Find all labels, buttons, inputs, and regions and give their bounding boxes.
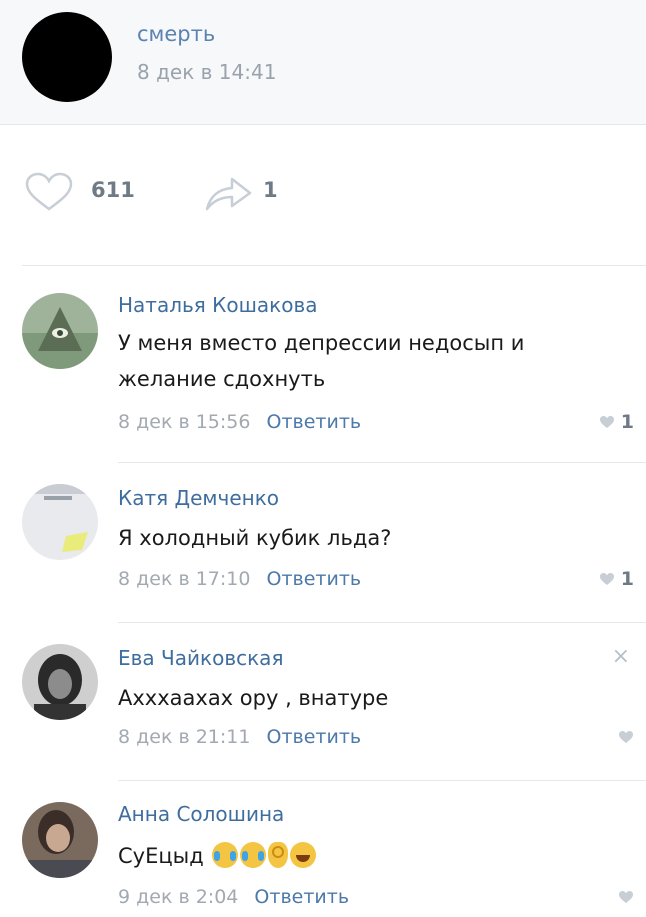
commenter-name[interactable]: Ева Чайковская	[118, 646, 283, 670]
post-timestamp[interactable]: 8 дек в 14:41	[137, 60, 276, 84]
like-count: 611	[91, 178, 135, 202]
comment: Наталья Кошакова У меня вместо депрессии…	[0, 265, 646, 461]
heart-icon	[25, 172, 73, 211]
comment: Ева Чайковская × Ахххаахах ору , внатуре…	[0, 622, 646, 780]
comment-text-value: СуЕцыд	[118, 844, 204, 868]
avatar-image	[22, 802, 98, 878]
commenter-name[interactable]: Наталья Кошакова	[118, 293, 318, 317]
close-icon[interactable]: ×	[612, 644, 630, 669]
ok-hand-emoji-icon	[268, 842, 289, 868]
commenter-name[interactable]: Анна Солошина	[118, 802, 284, 826]
commenter-avatar[interactable]	[22, 484, 98, 560]
comment-like-button[interactable]	[618, 890, 634, 904]
comment-like-button[interactable]	[618, 730, 634, 744]
commenter-avatar[interactable]	[22, 644, 98, 720]
comment-meta: 8 дек в 17:10 Ответить	[118, 568, 361, 590]
reply-button[interactable]: Ответить	[267, 411, 362, 433]
comment-text: Я холодный кубик льда?	[118, 526, 392, 550]
avatar-image	[22, 484, 98, 560]
comment: Анна Солошина СуЕцыд 9 дек в 2:04 Ответи…	[0, 780, 646, 917]
comment-text: Ахххаахах ору , внатуре	[118, 686, 389, 710]
share-count: 1	[263, 178, 278, 202]
commenter-avatar[interactable]	[22, 802, 98, 878]
heart-icon	[599, 416, 614, 428]
commenter-avatar[interactable]	[22, 293, 98, 369]
comment: Катя Демченко Я холодный кубик льда? 8 д…	[0, 462, 646, 622]
comment-like-button[interactable]: 1	[599, 411, 634, 433]
comment-like-count: 1	[620, 411, 634, 433]
comment-timestamp[interactable]: 8 дек в 15:56	[118, 411, 250, 433]
comment-meta: 8 дек в 21:11 Ответить	[118, 726, 361, 748]
avatar-image	[22, 644, 98, 720]
comment-meta: 9 дек в 2:04 Ответить	[118, 886, 349, 908]
heart-icon	[619, 891, 633, 903]
comment-like-count: 1	[620, 568, 634, 590]
post-author-name[interactable]: смерть	[137, 22, 215, 46]
comment-timestamp[interactable]: 8 дек в 17:10	[118, 568, 250, 590]
comment-text: У меня вместо депрессии недосып и желани…	[118, 331, 525, 391]
comment-text: СуЕцыд	[118, 838, 628, 874]
heart-icon	[619, 731, 633, 743]
comment-timestamp[interactable]: 8 дек в 21:11	[118, 726, 250, 748]
grinning-emoji-icon	[290, 842, 317, 868]
reply-button[interactable]: Ответить	[267, 568, 362, 590]
crying-laughing-emoji-icon	[212, 842, 239, 868]
reply-button[interactable]: Ответить	[254, 886, 349, 908]
commenter-name[interactable]: Катя Демченко	[118, 486, 279, 510]
share-arrow-icon	[205, 177, 252, 211]
comment-like-button[interactable]: 1	[599, 568, 634, 590]
avatar-image	[22, 293, 98, 369]
post-header: смерть 8 дек в 14:41	[0, 0, 646, 125]
comment-meta: 8 дек в 15:56 Ответить	[118, 411, 361, 433]
comment-timestamp[interactable]: 9 дек в 2:04	[118, 886, 238, 908]
crying-laughing-emoji-icon	[240, 842, 267, 868]
reply-button[interactable]: Ответить	[267, 726, 362, 748]
post-author-avatar[interactable]	[22, 12, 112, 102]
heart-icon	[599, 573, 614, 585]
